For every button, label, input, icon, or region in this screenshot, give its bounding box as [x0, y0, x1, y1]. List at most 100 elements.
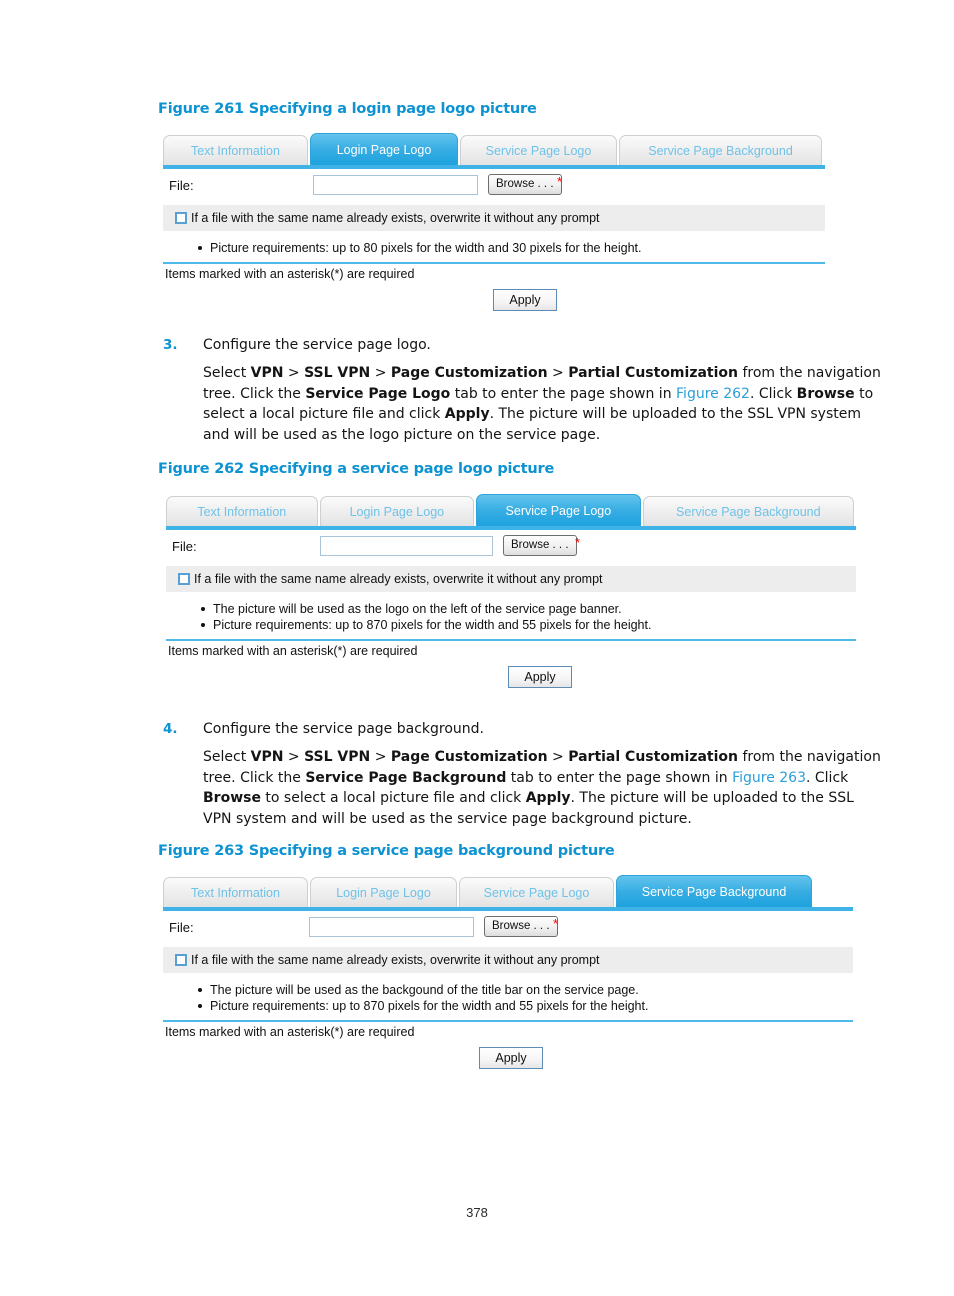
tab-label: Service Page Background — [676, 505, 821, 519]
step-4-number: 4. — [163, 721, 178, 737]
tab-service-page-logo[interactable]: Service Page Logo — [476, 494, 641, 526]
body-text: > — [547, 365, 569, 381]
asterisk-note: Items marked with an asterisk(*) are req… — [165, 267, 415, 281]
step-4-body: Select VPN > SSL VPN > Page Customizatio… — [203, 747, 883, 829]
notes-list: Picture requirements: up to 80 pixels fo… — [163, 231, 825, 264]
body-text: > — [283, 749, 305, 765]
tab-label: Service Page Background — [641, 885, 787, 899]
apply-button-label: Apply — [495, 1051, 527, 1065]
note-item: Picture requirements: up to 870 pixels f… — [166, 617, 856, 633]
emphasis-text: Partial Customization — [568, 365, 738, 381]
figure-262-screenshot: Text Information Login Page Logo Service… — [166, 494, 856, 692]
file-input[interactable] — [313, 175, 478, 195]
browse-button-label: Browse . . . — [496, 178, 554, 190]
tab-login-page-logo[interactable]: Login Page Logo — [310, 877, 457, 907]
emphasis-text: Apply — [444, 406, 490, 422]
apply-button-label: Apply — [509, 293, 541, 307]
apply-button[interactable]: Apply — [479, 1047, 543, 1069]
emphasis-text: SSL VPN — [304, 365, 371, 381]
browse-button[interactable]: Browse . . . — [488, 174, 562, 195]
tab-service-page-background[interactable]: Service Page Background — [616, 875, 812, 907]
emphasis-text: VPN — [250, 749, 284, 765]
tab-service-page-logo[interactable]: Service Page Logo — [459, 877, 614, 907]
emphasis-text: Service Page Background — [305, 769, 507, 786]
notes-list: The picture will be used as the backgoun… — [163, 973, 853, 1022]
apply-button[interactable]: Apply — [508, 666, 572, 688]
overwrite-checkbox[interactable] — [175, 212, 187, 224]
asterisk-note: Items marked with an asterisk(*) are req… — [165, 1025, 415, 1039]
notes-list: The picture will be used as the logo on … — [166, 592, 856, 641]
tab-label: Service Page Logo — [483, 886, 590, 900]
tab-label: Login Page Logo — [336, 886, 431, 900]
body-text: > — [547, 749, 569, 765]
tab-strip: Text Information Login Page Logo Service… — [166, 494, 856, 530]
file-row: File: Browse . . . * — [163, 169, 825, 205]
overwrite-row[interactable]: If a file with the same name already exi… — [163, 205, 825, 231]
apply-row: Apply — [163, 1039, 853, 1073]
document-page: Figure 261 Specifying a login page logo … — [0, 0, 954, 1296]
overwrite-checkbox[interactable] — [175, 954, 187, 966]
figure-cross-reference[interactable]: Figure 262 — [676, 386, 750, 402]
overwrite-row[interactable]: If a file with the same name already exi… — [166, 566, 856, 592]
tab-service-page-background[interactable]: Service Page Background — [642, 496, 854, 526]
divider — [166, 639, 856, 641]
required-asterisk: * — [557, 174, 563, 189]
body-text: tab to enter the page shown in — [506, 769, 733, 786]
figure-261-screenshot: Text Information Login Page Logo Service… — [163, 133, 825, 315]
body-text: > — [370, 749, 391, 765]
apply-button[interactable]: Apply — [493, 289, 557, 311]
apply-row: Apply — [163, 281, 825, 315]
emphasis-text: Browse — [796, 385, 855, 402]
tab-text-information[interactable]: Text Information — [166, 496, 318, 526]
tab-label: Login Page Logo — [349, 505, 445, 519]
browse-button-label: Browse . . . — [511, 539, 569, 551]
emphasis-text: Page Customization — [390, 365, 548, 381]
figure-263-caption: Figure 263 Specifying a service page bac… — [158, 843, 615, 859]
step-3-number: 3. — [163, 337, 178, 353]
overwrite-row[interactable]: If a file with the same name already exi… — [163, 947, 853, 973]
tab-service-page-logo[interactable]: Service Page Logo — [460, 135, 617, 165]
tab-label: Service Page Logo — [485, 144, 592, 158]
overwrite-label: If a file with the same name already exi… — [191, 211, 600, 225]
browse-button[interactable]: Browse . . . — [484, 916, 558, 937]
tab-login-page-logo[interactable]: Login Page Logo — [310, 133, 458, 165]
overwrite-checkbox[interactable] — [178, 573, 190, 585]
note-item: The picture will be used as the backgoun… — [163, 982, 853, 998]
required-asterisk: * — [553, 916, 559, 931]
file-input[interactable] — [309, 917, 474, 937]
browse-button[interactable]: Browse . . . — [503, 535, 577, 556]
file-row: File: Browse . . . * — [166, 530, 856, 566]
body-text: Select — [203, 365, 251, 381]
asterisk-note: Items marked with an asterisk(*) are req… — [168, 644, 418, 658]
tab-text-information[interactable]: Text Information — [163, 877, 308, 907]
file-input[interactable] — [320, 536, 493, 556]
tab-service-page-background[interactable]: Service Page Background — [619, 135, 822, 165]
step-3-heading: Configure the service page logo. — [203, 337, 431, 353]
body-text: . Click — [805, 769, 849, 786]
file-label: File: — [169, 178, 194, 193]
required-asterisk: * — [575, 535, 581, 550]
tab-strip: Text Information Login Page Logo Service… — [163, 133, 825, 169]
tab-label: Service Page Background — [648, 144, 793, 158]
body-text: > — [370, 365, 391, 381]
emphasis-text: Apply — [525, 790, 571, 806]
tab-label: Text Information — [191, 144, 280, 158]
body-text: . Click — [749, 385, 797, 402]
emphasis-text: VPN — [250, 365, 284, 381]
body-text: to select a local picture file and click — [260, 790, 526, 806]
note-item: Picture requirements: up to 870 pixels f… — [163, 998, 853, 1014]
divider — [163, 1020, 853, 1022]
note-item: Picture requirements: up to 80 pixels fo… — [163, 240, 825, 256]
figure-cross-reference[interactable]: Figure 263 — [732, 770, 806, 786]
step-3-body: Select VPN > SSL VPN > Page Customizatio… — [203, 363, 883, 445]
file-label: File: — [169, 920, 194, 935]
file-row: File: Browse . . . * — [163, 911, 853, 947]
figure-263-screenshot: Text Information Login Page Logo Service… — [163, 875, 853, 1073]
note-item: The picture will be used as the logo on … — [166, 601, 856, 617]
tab-login-page-logo[interactable]: Login Page Logo — [319, 496, 475, 526]
tab-text-information[interactable]: Text Information — [163, 135, 308, 165]
tab-label: Text Information — [197, 505, 287, 519]
page-number: 378 — [466, 1205, 488, 1220]
overwrite-label: If a file with the same name already exi… — [191, 953, 600, 967]
emphasis-text: SSL VPN — [304, 749, 371, 765]
